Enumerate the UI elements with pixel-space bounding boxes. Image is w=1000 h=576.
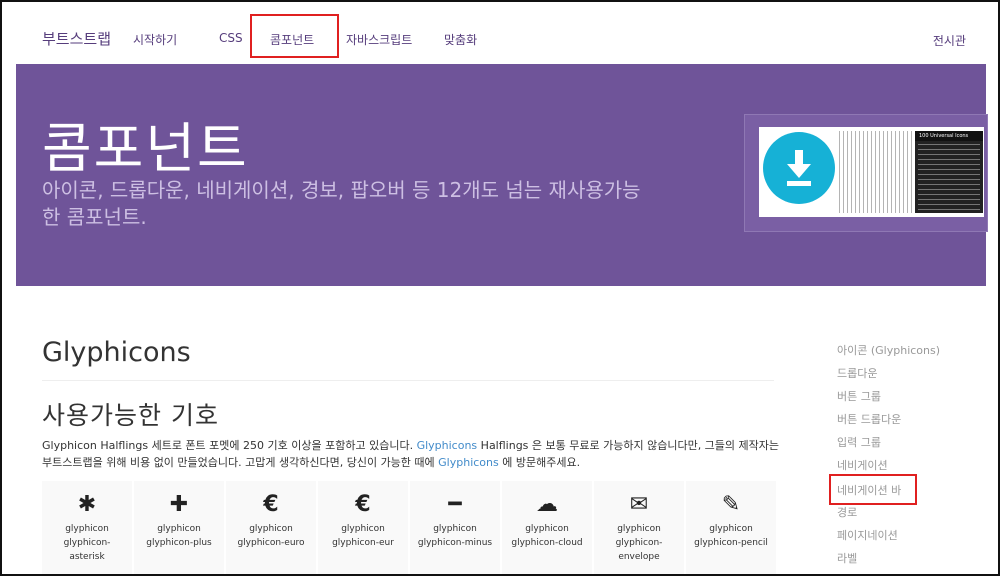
glyph-class-name: glyphicon glyphicon-cloud bbox=[511, 524, 583, 548]
universal-icons-image: 100 Universal Icons bbox=[915, 131, 983, 213]
glyph-item[interactable]: ☁ glyphicon glyphicon-cloud bbox=[502, 481, 592, 574]
sidenav-item-glyphicons[interactable]: 아이콘 (Glyphicons) bbox=[837, 342, 940, 358]
sidenav-navbar-highlight-box bbox=[829, 474, 917, 505]
glyph-class-name: glyphicon glyphicon-euro bbox=[237, 524, 305, 548]
glyph-item[interactable]: ✚ glyphicon glyphicon-plus bbox=[134, 481, 224, 574]
icon-grid-image bbox=[918, 144, 980, 210]
browser-frame: 부트스트랩 시작하기 CSS 콤포넌트 자바스크립트 맞춤화 전시관 콤포넌트 … bbox=[0, 0, 1000, 576]
plus-icon: ✚ bbox=[169, 492, 189, 517]
cloud-icon: ☁ bbox=[536, 492, 558, 517]
glyph-grid: ✱ glyphicon glyphicon-asterisk ✚ glyphic… bbox=[42, 481, 776, 574]
glyph-item[interactable]: ✉ glyphicon glyphicon-envelope bbox=[594, 481, 684, 574]
ad-banner[interactable]: 100 Universal Icons bbox=[744, 114, 988, 232]
nav-components-highlight-box bbox=[250, 14, 339, 58]
sidenav-item-pagination[interactable]: 페이지네이션 bbox=[837, 527, 898, 543]
glyphicons-link-1[interactable]: Glyphicons bbox=[417, 439, 478, 452]
heading-divider bbox=[42, 380, 774, 381]
glyph-class-name: glyphicon glyphicon-pencil bbox=[694, 524, 768, 548]
glyph-item[interactable]: € glyphicon glyphicon-euro bbox=[226, 481, 316, 574]
top-navbar: 부트스트랩 시작하기 CSS 콤포넌트 자바스크립트 맞춤화 전시관 bbox=[16, 14, 986, 65]
page-header-hero: 콤포넌트 아이콘, 드롭다운, 네비게이션, 경보, 팝오버 등 12개도 넘는… bbox=[16, 64, 988, 286]
section-title-glyphicons: Glyphicons bbox=[42, 337, 191, 368]
minus-icon: ━ bbox=[448, 492, 462, 517]
ad-banner-text: 100 Universal Icons bbox=[915, 131, 983, 141]
download-icon bbox=[763, 132, 835, 204]
sidenav-item-input-groups[interactable]: 입력 그룹 bbox=[837, 434, 881, 450]
icon-sheet-image bbox=[839, 131, 913, 213]
nav-getting-started[interactable]: 시작하기 bbox=[133, 31, 177, 48]
glyph-class-name: glyphicon glyphicon-plus bbox=[146, 524, 212, 548]
glyph-item[interactable]: ✱ glyphicon glyphicon-asterisk bbox=[42, 481, 132, 574]
glyph-item[interactable]: ✎ glyphicon glyphicon-pencil bbox=[686, 481, 776, 574]
glyph-class-name: glyphicon glyphicon-eur bbox=[332, 524, 394, 548]
brand-link[interactable]: 부트스트랩 bbox=[42, 28, 111, 49]
glyph-item[interactable]: € glyphicon glyphicon-eur bbox=[318, 481, 408, 574]
intro-paragraph: Glyphicon Halflings 세트로 폰트 포멧에 250 기호 이상… bbox=[42, 437, 782, 471]
euro-icon: € bbox=[263, 492, 279, 517]
hero-subtitle-line1: 아이콘, 드롭다운, 네비게이션, 경보, 팝오버 등 12개도 넘는 재사용가… bbox=[42, 178, 641, 202]
pencil-icon: ✎ bbox=[721, 492, 741, 517]
intro-text-1: Glyphicon Halflings 세트로 폰트 포멧에 250 기호 이상… bbox=[42, 439, 417, 452]
nav-javascript[interactable]: 자바스크립트 bbox=[346, 31, 412, 48]
sidenav-item-button-groups[interactable]: 버튼 그룹 bbox=[837, 388, 881, 404]
ad-image[interactable]: 100 Universal Icons bbox=[759, 127, 984, 217]
envelope-icon: ✉ bbox=[629, 492, 649, 517]
hero-title: 콤포넌트 bbox=[42, 117, 249, 180]
sidenav-item-breadcrumbs[interactable]: 경로 bbox=[837, 504, 857, 520]
asterisk-icon: ✱ bbox=[77, 492, 97, 517]
glyph-class-name: glyphicon glyphicon-envelope bbox=[615, 524, 663, 562]
glyph-class-name: glyphicon glyphicon-asterisk bbox=[63, 524, 111, 562]
nav-css[interactable]: CSS bbox=[219, 31, 243, 45]
hero-subtitle: 아이콘, 드롭다운, 네비게이션, 경보, 팝오버 등 12개도 넘는 재사용가… bbox=[42, 177, 722, 231]
sidenav-item-button-dropdowns[interactable]: 버튼 드롭다운 bbox=[837, 411, 901, 427]
glyph-item[interactable]: ━ glyphicon glyphicon-minus bbox=[410, 481, 500, 574]
glyphicons-link-2[interactable]: Glyphicons bbox=[438, 456, 499, 469]
sidenav-item-labels[interactable]: 라벨 bbox=[837, 550, 857, 566]
eur-icon: € bbox=[355, 492, 371, 517]
glyph-class-name: glyphicon glyphicon-minus bbox=[417, 524, 493, 548]
nav-customize[interactable]: 맞춤화 bbox=[444, 31, 477, 48]
sidenav-item-dropdowns[interactable]: 드롭다운 bbox=[837, 365, 877, 381]
sidenav-item-navs[interactable]: 네비게이션 bbox=[837, 457, 888, 473]
section-subtitle-available-glyphs: 사용가능한 기호 bbox=[42, 401, 219, 430]
intro-text-3: 에 방문해주세요. bbox=[498, 456, 581, 469]
hero-subtitle-line2: 한 콤포넌트. bbox=[42, 205, 147, 229]
nav-expo[interactable]: 전시관 bbox=[933, 32, 966, 49]
